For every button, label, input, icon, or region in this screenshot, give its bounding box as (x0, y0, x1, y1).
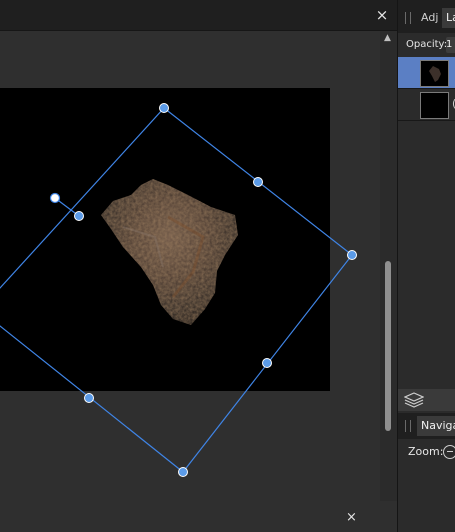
tab-navigator[interactable]: Naviga (417, 416, 455, 436)
rotation-handle[interactable] (49, 192, 61, 204)
transform-handle-bottom[interactable] (178, 467, 188, 477)
layers-stack-icon[interactable] (404, 392, 424, 408)
transform-handle-bottom-left-mid[interactable] (84, 393, 94, 403)
layers-panel-tabs: Adj La (398, 0, 455, 33)
opacity-row: Opacity: 1 (398, 34, 455, 56)
layers-toolbar (398, 389, 455, 411)
zoom-label: Zoom: (408, 445, 444, 458)
transform-handle-top[interactable] (159, 103, 169, 113)
transform-handle-top-right-mid[interactable] (253, 177, 263, 187)
navigator-panel-tabs: Naviga (398, 413, 455, 439)
zoom-row: Zoom: (398, 439, 455, 465)
close-document-icon[interactable]: × (375, 8, 389, 23)
zoom-out-icon[interactable] (443, 445, 455, 459)
opacity-label: Opacity: (406, 39, 448, 50)
canvas-area[interactable] (0, 31, 380, 532)
close-bottom-icon[interactable]: × (346, 511, 357, 525)
scroll-up-icon[interactable]: ▲ (384, 33, 391, 43)
transform-handle-bottom-right-mid[interactable] (262, 358, 272, 368)
vertical-scrollbar[interactable]: ▲ (380, 31, 397, 501)
transform-bounding-box[interactable] (0, 31, 380, 532)
transform-handle-top-left-mid[interactable] (74, 211, 84, 221)
layer-row-rock[interactable] (398, 57, 455, 88)
opacity-field[interactable]: 1 (446, 37, 455, 53)
tab-layers[interactable]: La (442, 8, 455, 28)
scrollbar-thumb[interactable] (385, 261, 391, 431)
layer-divider (398, 120, 455, 121)
panel-grip-icon[interactable] (405, 420, 411, 432)
transform-handle-right[interactable] (347, 250, 357, 260)
tab-adjustments[interactable]: Adj (417, 8, 442, 28)
layer-thumbnail-rock (420, 60, 449, 87)
document-tab-bar: × (0, 0, 397, 31)
layer-thumbnail-background (420, 92, 449, 119)
layer-row-background[interactable]: ( (398, 89, 455, 120)
panel-grip-icon[interactable] (405, 12, 411, 24)
right-panel: Adj La Opacity: 1 ( Naviga Zoom: (397, 0, 455, 532)
